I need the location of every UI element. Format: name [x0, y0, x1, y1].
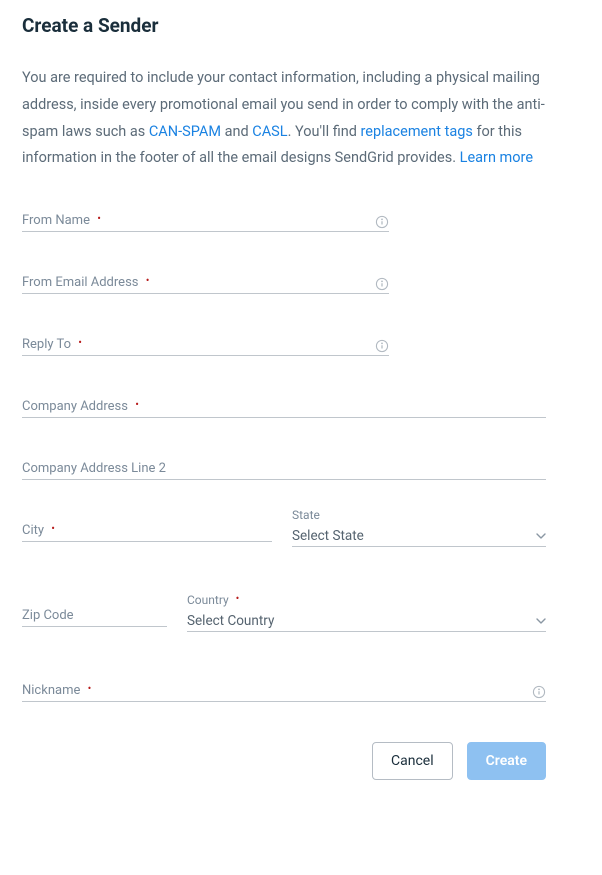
company-address-field[interactable]: Company Address • — [22, 402, 546, 418]
company-address-input[interactable] — [22, 402, 546, 417]
reply-to-input[interactable] — [22, 340, 389, 355]
state-label: State — [292, 508, 546, 522]
info-icon[interactable] — [375, 215, 389, 229]
info-icon[interactable] — [532, 685, 546, 699]
info-icon[interactable] — [375, 339, 389, 353]
create-button[interactable]: Create — [467, 742, 546, 780]
from-name-input[interactable] — [22, 216, 389, 231]
from-name-field[interactable]: From Name • — [22, 216, 389, 232]
link-canspam[interactable]: CAN-SPAM — [149, 123, 221, 140]
cancel-button[interactable]: Cancel — [372, 742, 453, 780]
state-select[interactable]: Select State — [292, 528, 546, 544]
city-field[interactable]: City • — [22, 526, 272, 542]
country-field[interactable]: Country • Select Country — [187, 593, 546, 632]
link-replacement-tags[interactable]: replacement tags — [361, 123, 473, 140]
zip-input[interactable] — [22, 611, 167, 626]
page-title: Create a Sender — [22, 14, 580, 37]
intro-part3: . You'll find — [288, 123, 361, 140]
intro-text: You are required to include your contact… — [22, 65, 562, 172]
info-icon[interactable] — [375, 277, 389, 291]
chevron-down-icon — [536, 531, 546, 541]
state-field[interactable]: State Select State — [292, 508, 546, 547]
chevron-down-icon — [536, 616, 546, 626]
form-actions: Cancel Create — [22, 742, 546, 780]
state-placeholder: Select State — [292, 528, 364, 544]
city-input[interactable] — [22, 526, 272, 541]
intro-part2: and — [221, 123, 252, 140]
nickname-input[interactable] — [22, 686, 546, 701]
country-label: Country • — [187, 593, 546, 607]
company-address2-field[interactable]: Company Address Line 2 — [22, 464, 546, 480]
nickname-field[interactable]: Nickname • — [22, 686, 546, 702]
country-select[interactable]: Select Country — [187, 613, 546, 629]
company-address2-input[interactable] — [22, 464, 546, 479]
sender-form: From Name • From Email Address • Reply T… — [22, 216, 546, 780]
zip-field[interactable]: Zip Code — [22, 611, 167, 627]
reply-to-field[interactable]: Reply To • — [22, 340, 389, 356]
link-casl[interactable]: CASL — [252, 123, 287, 140]
country-placeholder: Select Country — [187, 613, 274, 629]
link-learn-more[interactable]: Learn more — [460, 149, 533, 166]
from-email-input[interactable] — [22, 278, 389, 293]
required-marker: • — [236, 592, 240, 605]
from-email-field[interactable]: From Email Address • — [22, 278, 389, 294]
